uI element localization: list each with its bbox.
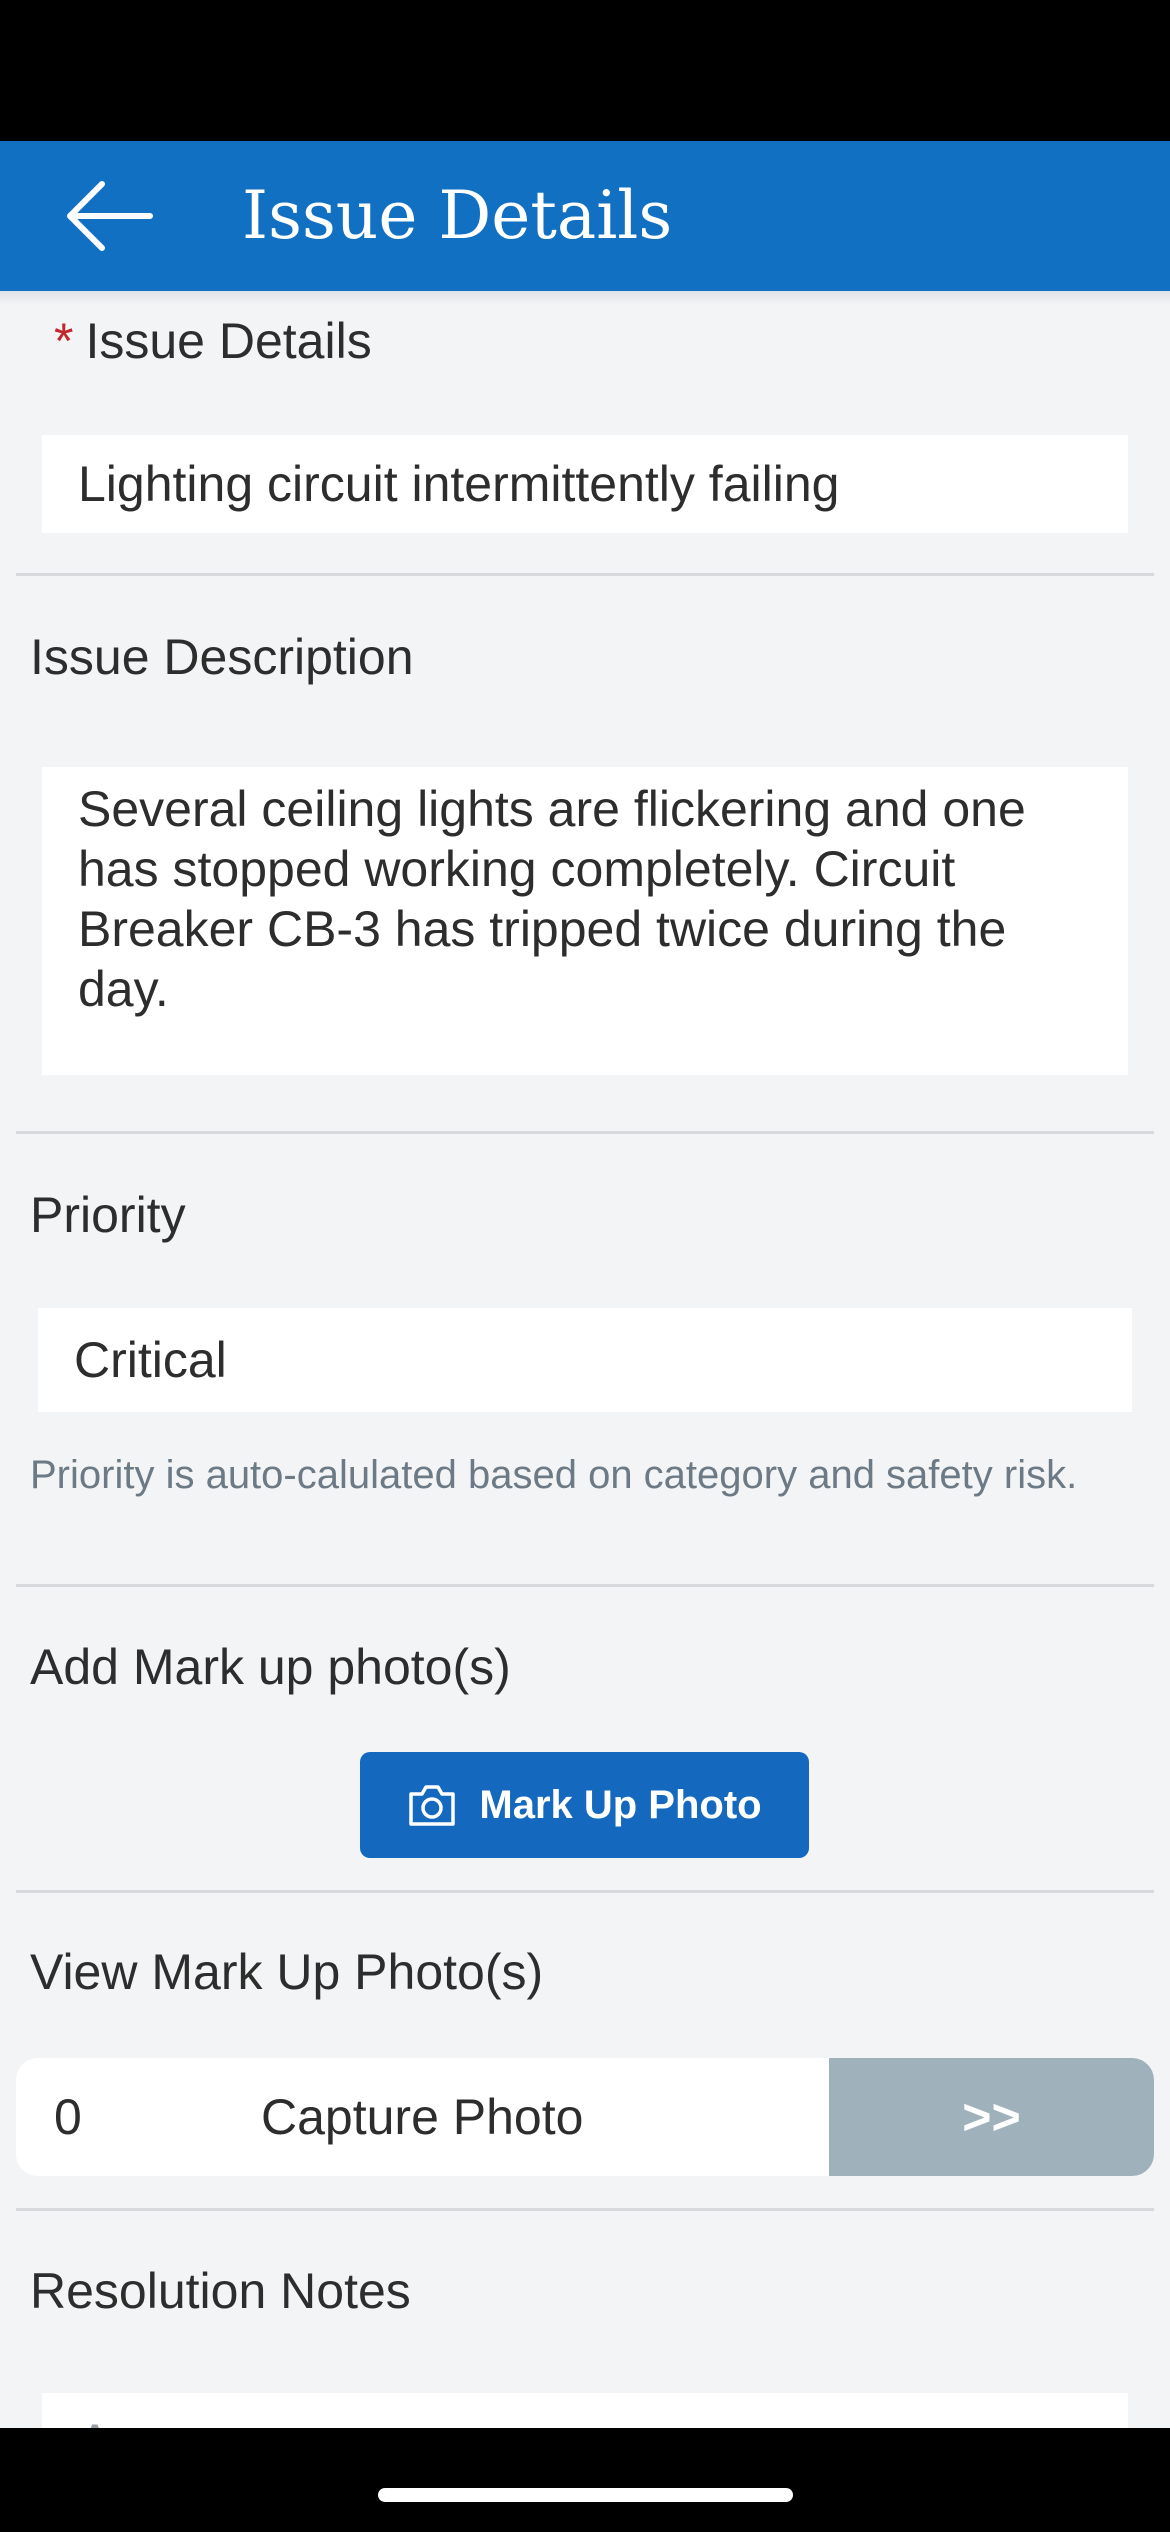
resolution-notes-label: Resolution Notes bbox=[30, 2263, 411, 2319]
view-markup-photos-label: View Mark Up Photo(s) bbox=[30, 1944, 544, 2000]
app-bar-shadow bbox=[0, 291, 1170, 305]
divider bbox=[16, 1890, 1154, 1893]
capture-next-button[interactable]: >> bbox=[829, 2058, 1154, 2176]
back-button[interactable] bbox=[64, 178, 154, 254]
mark-up-photo-button[interactable]: Mark Up Photo bbox=[360, 1752, 809, 1858]
capture-photo-row[interactable]: 0 Capture Photo >> bbox=[16, 2058, 1154, 2176]
required-indicator: * bbox=[54, 313, 74, 369]
status-bar bbox=[0, 0, 1170, 141]
issue-description-label: Issue Description bbox=[30, 629, 414, 685]
issue-description-field[interactable]: Several ceiling lights are flickering an… bbox=[42, 767, 1128, 1075]
issue-details-label: * Issue Details bbox=[54, 312, 372, 370]
priority-hint: Priority is auto-calulated based on cate… bbox=[30, 1453, 1078, 1497]
app-bar: Issue Details bbox=[0, 141, 1170, 291]
priority-label: Priority bbox=[30, 1187, 186, 1243]
capture-photo-label: Capture Photo bbox=[261, 2089, 584, 2145]
divider bbox=[16, 1584, 1154, 1587]
bottom-bar bbox=[0, 2428, 1170, 2532]
divider bbox=[16, 1131, 1154, 1134]
divider bbox=[16, 573, 1154, 576]
home-indicator[interactable] bbox=[378, 2488, 793, 2502]
add-markup-photos-label: Add Mark up photo(s) bbox=[30, 1639, 511, 1695]
mark-up-photo-button-label: Mark Up Photo bbox=[479, 1782, 762, 1827]
page-title: Issue Details bbox=[242, 177, 673, 254]
arrow-left-icon bbox=[67, 181, 153, 251]
priority-field[interactable]: Critical bbox=[38, 1308, 1132, 1412]
photo-count: 0 bbox=[54, 2089, 82, 2145]
issue-details-field[interactable]: Lighting circuit intermittently failing bbox=[42, 435, 1128, 533]
divider bbox=[16, 2208, 1154, 2211]
issue-details-label-text: Issue Details bbox=[85, 313, 372, 369]
camera-icon bbox=[409, 1785, 456, 1826]
